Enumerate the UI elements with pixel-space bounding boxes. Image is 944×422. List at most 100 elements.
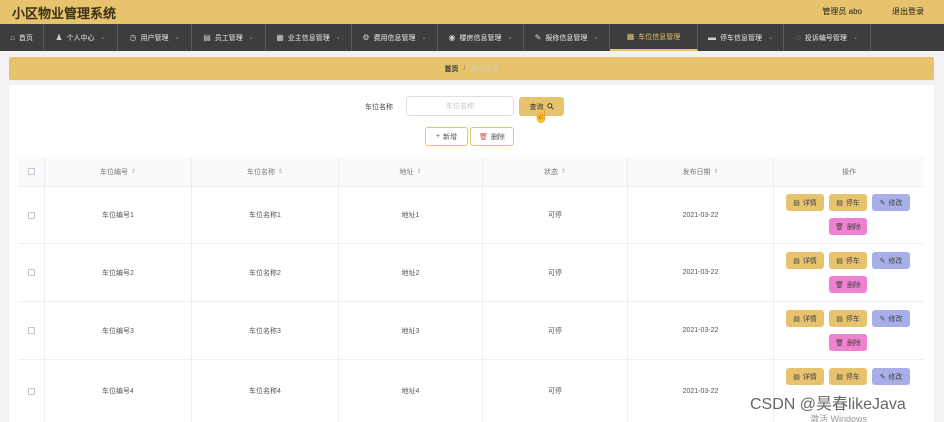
edit-icon: ✎ — [534, 33, 542, 42]
cell-date: 2021-03-22 — [628, 187, 774, 243]
doc-icon: ▤ — [836, 257, 843, 265]
select-all-checkbox[interactable] — [27, 168, 35, 175]
add-button-label: 新增 — [443, 133, 458, 141]
header-code[interactable]: 车位编号 ⇕ — [45, 157, 192, 186]
nav-item-parking[interactable]: ▬ 停车信息管理 ⌄ — [698, 24, 784, 51]
hand-cursor-icon: ☝ — [533, 108, 550, 123]
table-header-row: 车位编号 ⇕ 车位名称 ⇕ 地址 ⇕ 状态 ⇕ 发布日期 ⇕ 操作 — [18, 157, 924, 187]
nav-item-users[interactable]: ◷ 用户管理 ⌄ — [118, 24, 192, 51]
admin-label: 管理员 abo — [822, 7, 862, 16]
check-icon: ◉ — [448, 33, 456, 42]
edit-icon: ✎ — [879, 373, 886, 381]
delete-button[interactable]: 🗑 删除 — [470, 127, 514, 146]
nav-label: 车位信息管理 — [638, 33, 681, 41]
row-checkbox[interactable] — [27, 269, 35, 276]
detail-button[interactable]: ▤ 详情 — [786, 252, 824, 269]
nav-label: 首页 — [18, 34, 33, 42]
add-button[interactable]: + 新增 — [425, 127, 468, 146]
remove-button[interactable]: 🗑 删除 — [829, 334, 867, 351]
edit-icon: ✎ — [879, 199, 886, 207]
remove-button[interactable]: 🗑 删除 — [829, 218, 867, 235]
header-status[interactable]: 状态 ⇕ — [483, 157, 628, 186]
cell-name: 车位名称2 — [192, 244, 339, 301]
trash-icon: 🗑 — [835, 281, 844, 289]
cell-status: 可停 — [483, 360, 628, 422]
nav-item-complaints[interactable]: ◌ 投诉编号管理 ⌄ — [784, 24, 871, 51]
park-button[interactable]: ▤ 停车 — [829, 252, 867, 269]
cell-code: 车位编号4 — [45, 360, 192, 422]
nav-label: 投诉编号管理 — [804, 34, 847, 42]
chevron-down-icon: ⌄ — [767, 35, 774, 41]
logout-link[interactable]: 退出登录 — [892, 6, 924, 17]
search-label: 车位名称 — [365, 104, 393, 111]
cell-address: 地址2 — [339, 244, 483, 301]
nav-item-parking-spaces[interactable]: ▦ 车位信息管理 — [610, 24, 698, 51]
edit-button[interactable]: ✎ 修改 — [872, 252, 910, 269]
nav-item-buildings[interactable]: ◉ 楼房信息管理 ⌄ — [438, 24, 524, 51]
row-checkbox[interactable] — [27, 211, 35, 219]
home-icon: ⌂ — [10, 33, 15, 42]
row-checkbox[interactable] — [27, 387, 35, 395]
cell-code: 车位编号3 — [45, 302, 192, 359]
search-input[interactable] — [406, 96, 514, 116]
chevron-down-icon: ⌄ — [174, 35, 180, 41]
cell-code: 车位编号2 — [45, 244, 192, 301]
detail-button[interactable]: ▤ 详情 — [786, 194, 824, 211]
header-name[interactable]: 车位名称 ⇕ — [192, 157, 339, 186]
edit-button[interactable]: ✎ 修改 — [872, 194, 910, 211]
park-button[interactable]: ▤ 停车 — [829, 310, 867, 327]
doc-icon: ▤ — [793, 257, 800, 265]
cell-status: 可停 — [483, 302, 628, 359]
nav-item-repairs[interactable]: ✎ 报修信息管理 ⌄ — [524, 24, 610, 51]
park-button[interactable]: ▤ 停车 — [829, 194, 867, 211]
park-button[interactable]: ▤ 停车 — [829, 368, 867, 385]
header-date[interactable]: 发布日期 ⇕ — [628, 157, 774, 186]
edit-icon: ✎ — [879, 315, 886, 323]
chevron-down-icon: ⌄ — [248, 35, 254, 41]
nav-item-owners[interactable]: ▦ 业主信息管理 ⌄ — [266, 24, 352, 51]
cell-date: 2021-03-22 — [628, 302, 774, 359]
sort-icon: ⇕ — [560, 169, 567, 175]
chevron-down-icon: ⌄ — [593, 35, 599, 41]
header-address[interactable]: 地址 ⇕ — [339, 157, 483, 186]
detail-button[interactable]: ▤ 详情 — [786, 310, 824, 327]
header-actions: 操作 — [842, 168, 856, 176]
nav-label: 个人中心 — [66, 34, 95, 42]
cell-actions: ▤ 详情 ▤ 停车 ✎ 修改 🗑 删除 — [774, 187, 924, 243]
nav-item-fees[interactable]: ⚙ 费用信息管理 ⌄ — [352, 24, 438, 51]
cell-status: 可停 — [483, 187, 628, 243]
chevron-down-icon: ⌄ — [100, 35, 106, 41]
cell-address: 地址4 — [339, 360, 483, 422]
edit-button[interactable]: ✎ 修改 — [872, 368, 910, 385]
nav-bar: ⌂ 首页 ♟ 个人中心 ⌄ ◷ 用户管理 ⌄ ▤ 员工管理 ⌄ ▦ 业主信息管理… — [0, 24, 944, 51]
detail-button[interactable]: ▤ 详情 — [786, 368, 824, 385]
sort-icon: ⇕ — [416, 169, 422, 175]
csdn-watermark: CSDN @昊春likeJava — [750, 396, 906, 413]
nav-label: 费用信息管理 — [373, 34, 416, 42]
table-row: 车位编号2 车位名称2 地址2 可停 2021-03-22 ▤ 详情 ▤ 停车 ✎ 修… — [18, 244, 924, 302]
gear-icon: ⚙ — [362, 33, 370, 42]
breadcrumb: 首页 / 车位信息 — [9, 57, 934, 80]
cell-code: 车位编号1 — [45, 187, 192, 243]
list-icon: ▦ — [276, 33, 284, 42]
nav-item-home[interactable]: ⌂ 首页 — [0, 24, 44, 51]
breadcrumb-home[interactable]: 首页 — [445, 64, 459, 74]
chevron-down-icon: ⌄ — [421, 35, 427, 41]
clock-icon: ◷ — [129, 33, 137, 42]
edit-icon: ✎ — [879, 257, 886, 265]
nav-item-profile[interactable]: ♟ 个人中心 ⌄ — [44, 24, 118, 51]
row-checkbox[interactable] — [27, 327, 35, 334]
doc-icon: ▤ — [793, 373, 800, 381]
nav-label: 业主信息管理 — [287, 34, 330, 42]
nav-label: 报修信息管理 — [545, 34, 588, 42]
cell-name: 车位名称1 — [192, 187, 339, 243]
sort-icon: ⇕ — [130, 169, 137, 175]
cell-name: 车位名称3 — [192, 302, 339, 359]
nav-item-staff[interactable]: ▤ 员工管理 ⌄ — [192, 24, 266, 51]
grid-icon: ▦ — [626, 32, 635, 41]
nav-label: 员工管理 — [214, 34, 243, 42]
remove-button[interactable]: 🗑 删除 — [829, 276, 867, 293]
edit-button[interactable]: ✎ 修改 — [872, 310, 910, 327]
nav-label: 停车信息管理 — [719, 34, 762, 42]
cell-date: 2021-03-22 — [628, 244, 774, 301]
